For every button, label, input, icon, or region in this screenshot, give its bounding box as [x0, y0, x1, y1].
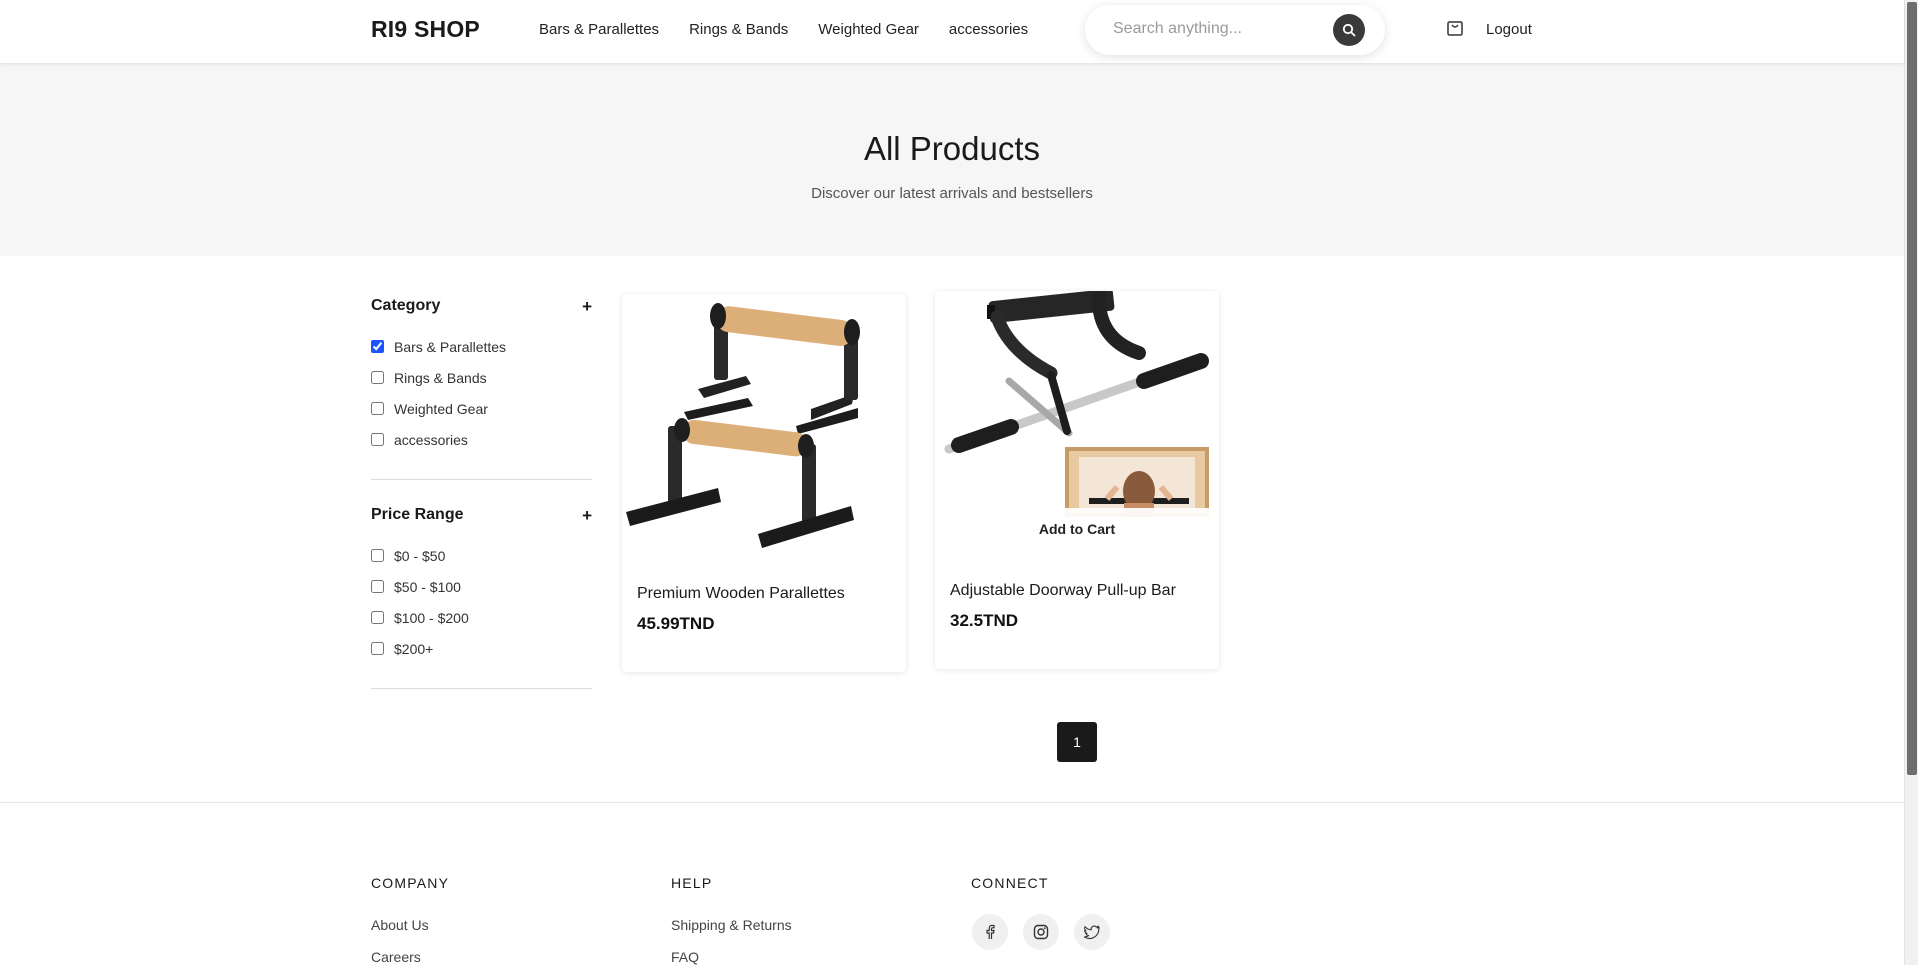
footer-help-title: HELP — [671, 875, 713, 891]
category-filter-header[interactable]: Category + — [371, 297, 592, 317]
price-option-0-50[interactable]: $0 - $50 — [371, 540, 592, 571]
category-checkbox-accessories[interactable] — [371, 433, 384, 446]
footer-link-faq[interactable]: FAQ — [671, 949, 699, 965]
price-option-100-200[interactable]: $100 - $200 — [371, 602, 592, 633]
nav-rings-bands[interactable]: Rings & Bands — [689, 21, 788, 38]
site-logo[interactable]: RI9 SHOP — [371, 16, 480, 43]
category-option-bars[interactable]: Bars & Parallettes — [371, 331, 592, 362]
search-input[interactable] — [1113, 20, 1333, 38]
footer-connect: CONNECT — [971, 875, 1049, 891]
category-option-rings[interactable]: Rings & Bands — [371, 362, 592, 393]
price-filter: Price Range + $0 - $50 $50 - $100 $100 -… — [371, 506, 592, 664]
price-option-label: $0 - $50 — [394, 547, 446, 564]
category-checkbox-bars[interactable] — [371, 340, 384, 353]
category-expand-toggle[interactable]: + — [582, 297, 592, 317]
instagram-icon — [1033, 924, 1049, 940]
scrollbar-thumb[interactable] — [1907, 2, 1917, 775]
product-price: 32.5TND — [950, 611, 1019, 630]
footer-link-about[interactable]: About Us — [371, 917, 429, 933]
category-option-label: Bars & Parallettes — [394, 338, 507, 355]
footer-company: COMPANY — [371, 875, 449, 891]
price-option-50-100[interactable]: $50 - $100 — [371, 571, 592, 602]
page-subtitle: Discover our latest arrivals and bestsel… — [811, 185, 1093, 202]
facebook-icon — [986, 924, 995, 939]
footer-connect-title: CONNECT — [971, 875, 1049, 891]
twitter-link[interactable] — [1074, 914, 1110, 950]
price-checkbox[interactable] — [371, 580, 384, 593]
price-option-label: $50 - $100 — [394, 578, 461, 595]
page-title: All Products — [863, 130, 1041, 167]
facebook-link[interactable] — [972, 914, 1008, 950]
price-option-label: $200+ — [394, 640, 434, 657]
price-filter-title: Price Range — [371, 506, 464, 523]
filter-divider — [371, 688, 592, 689]
product-card[interactable]: Premium Wooden Parallettes 45.99TND — [622, 294, 906, 672]
price-checkbox[interactable] — [371, 642, 384, 655]
search-icon — [1342, 23, 1356, 37]
search-button[interactable] — [1333, 14, 1365, 46]
twitter-icon — [1084, 925, 1100, 940]
product-image-parallettes[interactable] — [626, 294, 902, 554]
shopping-bag-icon[interactable] — [1445, 17, 1465, 37]
main-nav: Bars & Parallettes Rings & Bands Weighte… — [539, 21, 1028, 38]
category-option-label: Weighted Gear — [394, 400, 488, 417]
category-filter: Category + Bars & Parallettes Rings & Ba… — [371, 297, 592, 455]
site-header: RI9 SHOP Bars & Parallettes Rings & Band… — [0, 0, 1904, 64]
filter-divider — [371, 479, 592, 480]
price-checkbox[interactable] — [371, 611, 384, 624]
add-to-cart-button[interactable]: Add to Cart — [935, 508, 1219, 550]
category-option-accessories[interactable]: accessories — [371, 424, 592, 455]
footer-link-careers[interactable]: Careers — [371, 949, 421, 965]
footer-link-shipping[interactable]: Shipping & Returns — [671, 917, 792, 933]
nav-weighted-gear[interactable]: Weighted Gear — [818, 21, 919, 38]
price-expand-toggle[interactable]: + — [582, 506, 592, 526]
footer-company-title: COMPANY — [371, 875, 450, 891]
hero-banner: All Products Discover our latest arrival… — [0, 64, 1904, 256]
category-option-label: Rings & Bands — [394, 369, 487, 386]
price-checkbox[interactable] — [371, 549, 384, 562]
category-option-weighted[interactable]: Weighted Gear — [371, 393, 592, 424]
parallettes-image — [626, 303, 860, 548]
category-option-label: accessories — [394, 431, 468, 448]
instagram-link[interactable] — [1023, 914, 1059, 950]
product-name[interactable]: Adjustable Doorway Pull-up Bar — [950, 582, 1176, 600]
product-name[interactable]: Premium Wooden Parallettes — [637, 585, 845, 603]
price-filter-header[interactable]: Price Range + — [371, 506, 592, 526]
logout-link[interactable]: Logout — [1486, 21, 1532, 38]
price-option-200-plus[interactable]: $200+ — [371, 633, 592, 664]
product-price: 45.99TND — [637, 614, 715, 633]
category-filter-title: Category — [371, 297, 441, 314]
footer-divider — [0, 802, 1904, 803]
product-card[interactable]: Add to Cart Adjustable Doorway Pull-up B… — [935, 291, 1219, 669]
nav-bars-parallettes[interactable]: Bars & Parallettes — [539, 21, 659, 38]
pagination-page-1[interactable]: 1 — [1057, 722, 1097, 762]
nav-accessories[interactable]: accessories — [949, 21, 1028, 38]
footer-help: HELP — [671, 875, 712, 891]
category-checkbox-rings[interactable] — [371, 371, 384, 384]
category-checkbox-weighted[interactable] — [371, 402, 384, 415]
price-option-label: $100 - $200 — [394, 609, 469, 626]
page-scrollbar[interactable] — [1904, 0, 1918, 965]
